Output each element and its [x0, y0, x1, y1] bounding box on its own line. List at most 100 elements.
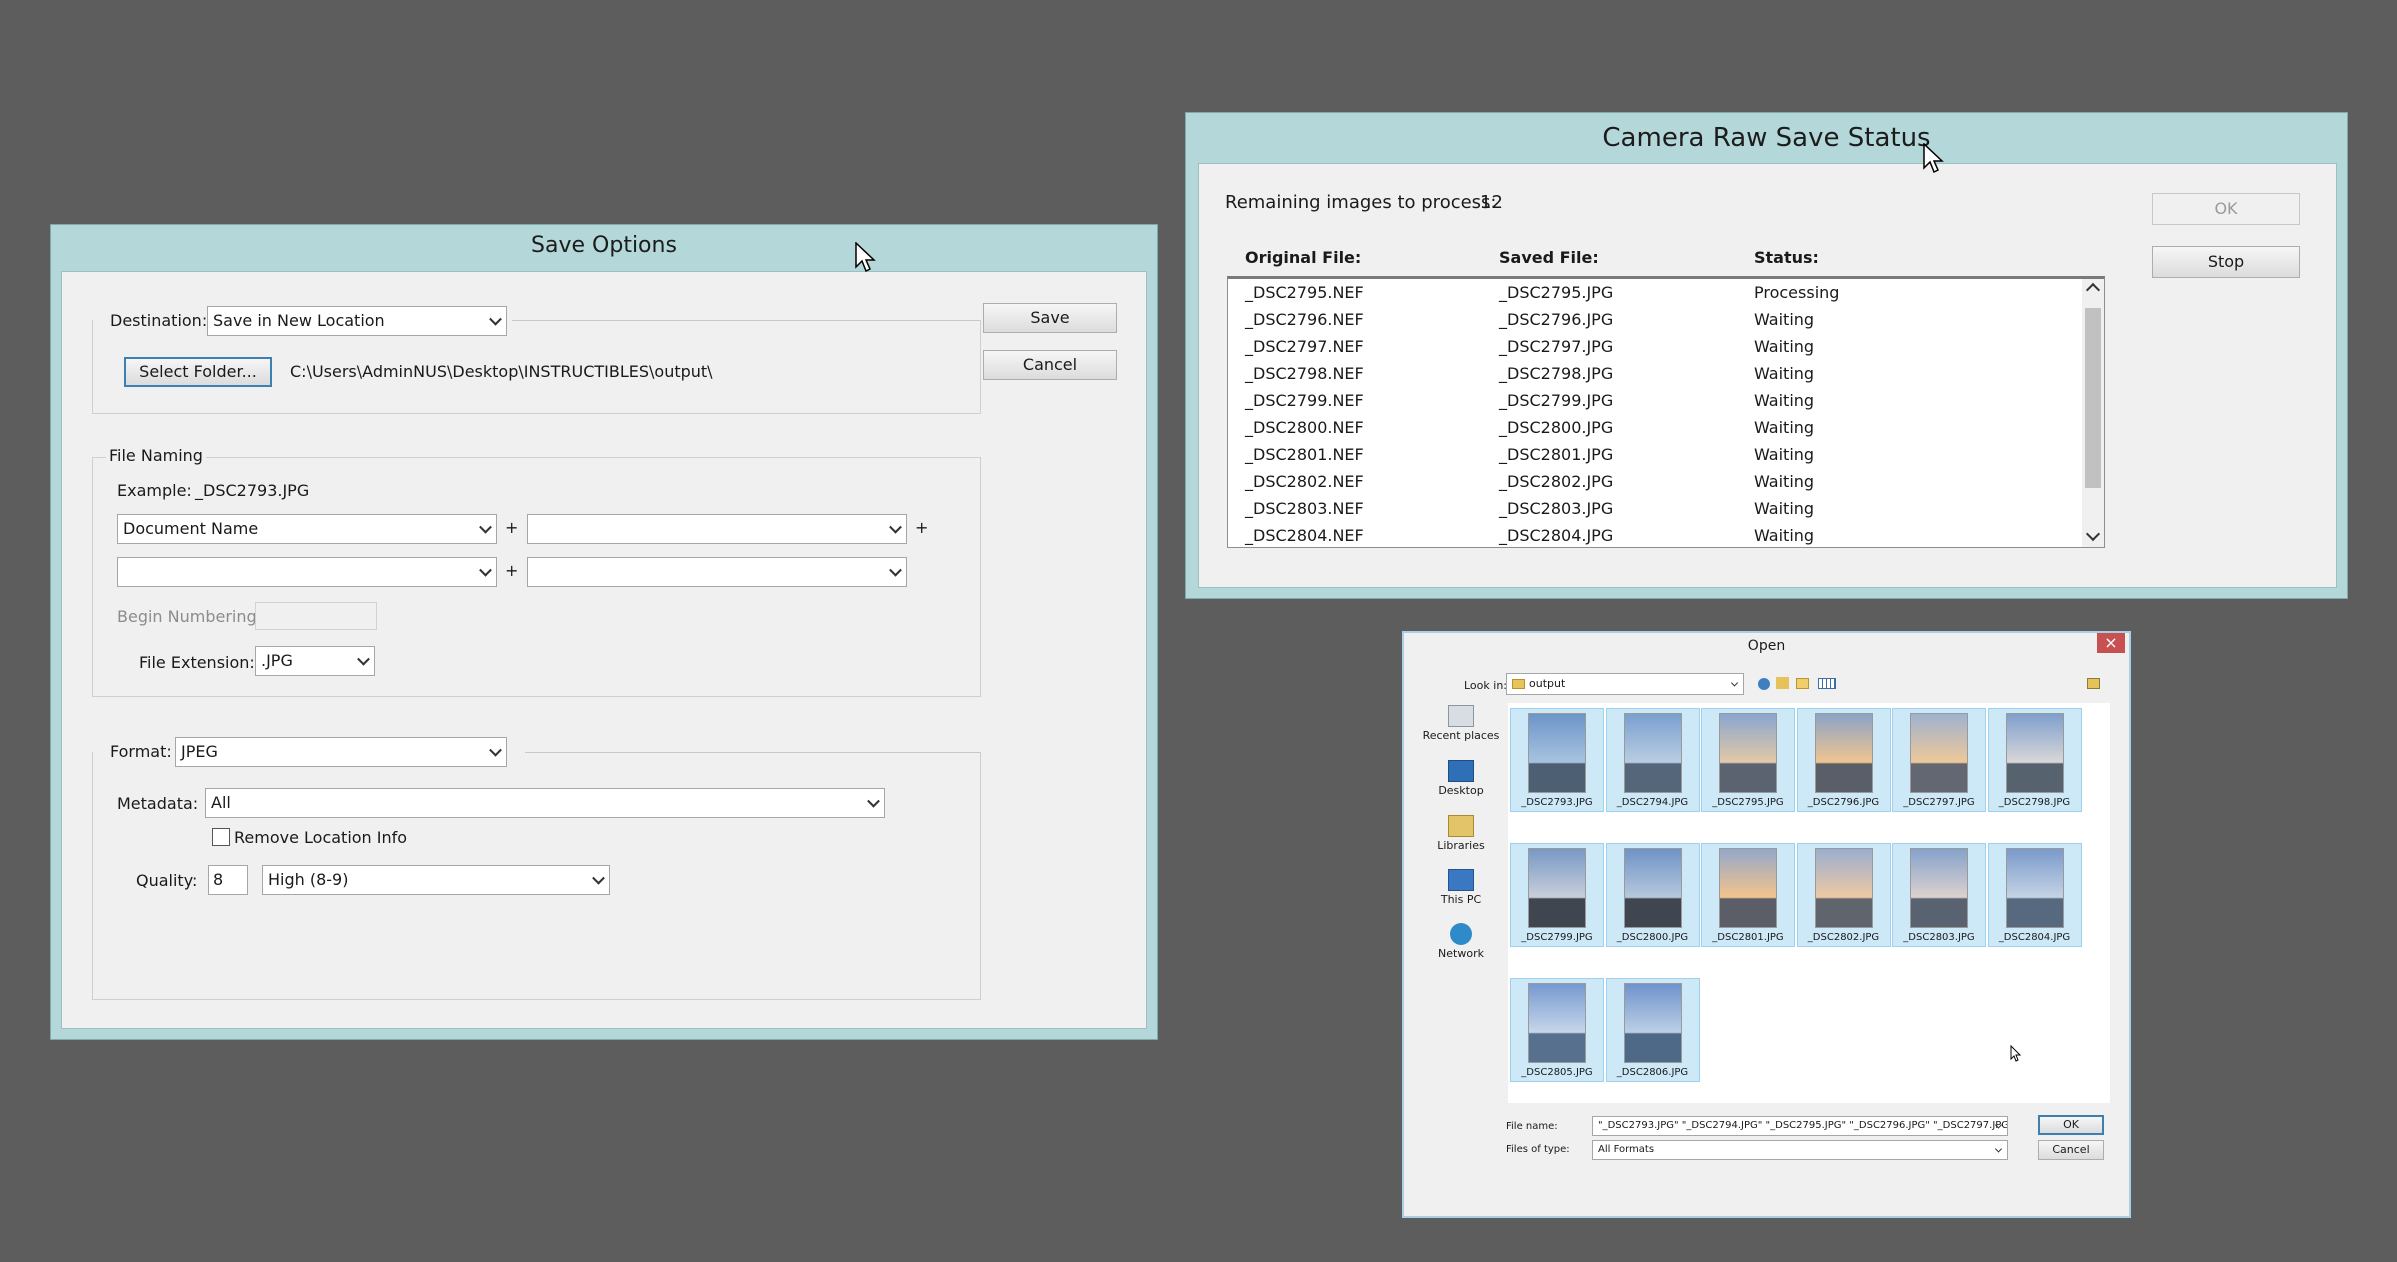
- open-cancel-button[interactable]: Cancel: [2038, 1140, 2104, 1160]
- photo-thumbnail-icon: [1814, 848, 1873, 928]
- status-scrollbar[interactable]: [2082, 279, 2104, 547]
- file-thumbnail[interactable]: _DSC2805.JPG: [1510, 978, 1604, 1082]
- status-saved-file: _DSC2804.JPG: [1499, 526, 1614, 545]
- place-desktop[interactable]: Desktop: [1416, 760, 1506, 797]
- status-state: Waiting: [1754, 364, 1815, 383]
- status-row[interactable]: _DSC2803.NEF _DSC2803.JPG Waiting: [1228, 495, 2082, 522]
- status-row[interactable]: _DSC2798.NEF _DSC2798.JPG Waiting: [1228, 360, 2082, 387]
- look-in-label: Look in:: [1464, 679, 1507, 692]
- place-label: Libraries: [1437, 839, 1485, 852]
- cancel-button[interactable]: Cancel: [983, 350, 1117, 380]
- example-label: Example:: [117, 481, 192, 500]
- naming-field-1[interactable]: Document Name: [117, 514, 497, 544]
- photo-thumbnail-icon: [2005, 713, 2064, 793]
- status-original-file: _DSC2801.NEF: [1245, 445, 1364, 464]
- chevron-down-icon: [479, 563, 492, 577]
- status-list[interactable]: _DSC2795.NEF _DSC2795.JPG Processing _DSC27…: [1227, 276, 2105, 548]
- naming-field-3[interactable]: [117, 557, 497, 587]
- col-saved-file: Saved File:: [1499, 248, 1599, 267]
- file-list-area[interactable]: _DSC2793.JPG _DSC2794.JPG _DSC2795.JPG _DSC…: [1508, 703, 2110, 1103]
- status-row[interactable]: _DSC2804.NEF _DSC2804.JPG Waiting: [1228, 522, 2082, 547]
- file-thumbnail[interactable]: _DSC2797.JPG: [1892, 708, 1986, 812]
- select-folder-button[interactable]: Select Folder...: [124, 357, 272, 387]
- status-saved-file: _DSC2797.JPG: [1499, 337, 1614, 356]
- chevron-down-icon: [357, 652, 370, 666]
- scroll-up-icon[interactable]: [2085, 282, 2101, 298]
- status-original-file: _DSC2799.NEF: [1245, 391, 1364, 410]
- status-row[interactable]: _DSC2802.NEF _DSC2802.JPG Waiting: [1228, 468, 2082, 495]
- status-state: Waiting: [1754, 337, 1815, 356]
- place-this-pc[interactable]: This PC: [1416, 869, 1506, 906]
- place-label: Recent places: [1422, 729, 1500, 742]
- file-name-caption: _DSC2799.JPG: [1521, 932, 1593, 943]
- quality-preset-select[interactable]: High (8-9): [262, 865, 610, 895]
- look-in-select[interactable]: output: [1506, 673, 1744, 695]
- remove-location-checkbox[interactable]: [212, 828, 230, 846]
- file-thumbnail[interactable]: _DSC2798.JPG: [1987, 708, 2082, 812]
- naming-field-4[interactable]: [527, 557, 907, 587]
- scroll-down-icon[interactable]: [2085, 526, 2101, 542]
- status-ok-button[interactable]: OK: [2152, 193, 2300, 225]
- chevron-down-icon: [867, 794, 880, 808]
- status-row[interactable]: _DSC2795.NEF _DSC2795.JPG Processing: [1228, 279, 2082, 306]
- file-thumbnail[interactable]: _DSC2804.JPG: [1987, 843, 2082, 947]
- file-naming-label: File Naming: [106, 446, 206, 465]
- status-title: Camera Raw Save Status: [1602, 123, 1931, 153]
- begin-numbering-label: Begin Numbering:: [117, 607, 263, 626]
- format-select[interactable]: JPEG: [175, 737, 507, 767]
- file-thumbnail[interactable]: _DSC2806.JPG: [1605, 978, 1700, 1082]
- open-title: Open: [1747, 638, 1786, 654]
- desktop-shortcut-icon[interactable]: [2087, 678, 2100, 689]
- view-menu-icon[interactable]: [1818, 678, 1836, 689]
- places-bar: Recent places Desktop Libraries This PC …: [1416, 703, 1508, 963]
- format-value: JPEG: [181, 742, 218, 761]
- place-network[interactable]: Network: [1416, 923, 1506, 960]
- status-row[interactable]: _DSC2796.NEF _DSC2796.JPG Waiting: [1228, 306, 2082, 333]
- open-ok-button[interactable]: OK: [2038, 1115, 2104, 1135]
- file-name-caption: _DSC2800.JPG: [1616, 932, 1689, 943]
- back-icon[interactable]: [1758, 678, 1770, 690]
- file-name-input[interactable]: "_DSC2793.JPG" "_DSC2794.JPG" "_DSC2795.…: [1592, 1116, 2008, 1136]
- status-original-file: _DSC2796.NEF: [1245, 310, 1364, 329]
- scroll-thumb[interactable]: [2085, 308, 2101, 488]
- file-thumbnail[interactable]: _DSC2796.JPG: [1796, 708, 1891, 812]
- place-recent[interactable]: Recent places: [1416, 705, 1506, 742]
- stop-button[interactable]: Stop: [2152, 246, 2300, 278]
- file-thumbnail[interactable]: _DSC2795.JPG: [1701, 708, 1795, 812]
- destination-select[interactable]: Save in New Location: [207, 306, 507, 336]
- status-original-file: _DSC2800.NEF: [1245, 418, 1364, 437]
- files-of-type-label: Files of type:: [1506, 1144, 1570, 1155]
- files-of-type-value: All Formats: [1598, 1144, 1655, 1155]
- status-row[interactable]: _DSC2801.NEF _DSC2801.JPG Waiting: [1228, 441, 2082, 468]
- quality-input[interactable]: 8: [208, 865, 248, 895]
- save-button[interactable]: Save: [983, 303, 1117, 333]
- status-saved-file: _DSC2803.JPG: [1499, 499, 1614, 518]
- file-thumbnail[interactable]: _DSC2801.JPG: [1701, 843, 1795, 947]
- plus-sign: +: [505, 518, 519, 537]
- status-saved-file: _DSC2795.JPG: [1499, 283, 1614, 302]
- naming-field-2[interactable]: [527, 514, 907, 544]
- file-thumbnail[interactable]: _DSC2800.JPG: [1605, 843, 1700, 947]
- quality-preset-value: High (8-9): [268, 870, 349, 889]
- place-libraries[interactable]: Libraries: [1416, 815, 1506, 852]
- close-button[interactable]: ×: [2097, 633, 2125, 653]
- col-status: Status:: [1754, 248, 1819, 267]
- status-row[interactable]: _DSC2799.NEF _DSC2799.JPG Waiting: [1228, 387, 2082, 414]
- files-of-type-select[interactable]: All Formats: [1592, 1140, 2008, 1160]
- file-extension-select[interactable]: .JPG: [255, 646, 375, 676]
- up-folder-icon[interactable]: [1776, 677, 1789, 689]
- file-name-label: File name:: [1506, 1121, 1558, 1132]
- status-state: Waiting: [1754, 472, 1815, 491]
- file-thumbnail[interactable]: _DSC2802.JPG: [1796, 843, 1891, 947]
- metadata-select[interactable]: All: [205, 788, 885, 818]
- new-folder-icon[interactable]: [1796, 678, 1809, 689]
- recent-places-icon: [1448, 705, 1474, 727]
- status-saved-file: _DSC2796.JPG: [1499, 310, 1614, 329]
- file-thumbnail[interactable]: _DSC2793.JPG: [1510, 708, 1604, 812]
- file-thumbnail[interactable]: _DSC2794.JPG: [1605, 708, 1700, 812]
- status-row[interactable]: _DSC2797.NEF _DSC2797.JPG Waiting: [1228, 333, 2082, 360]
- begin-numbering-input[interactable]: [255, 602, 377, 630]
- status-row[interactable]: _DSC2800.NEF _DSC2800.JPG Waiting: [1228, 414, 2082, 441]
- file-thumbnail[interactable]: _DSC2803.JPG: [1892, 843, 1986, 947]
- file-thumbnail[interactable]: _DSC2799.JPG: [1510, 843, 1604, 947]
